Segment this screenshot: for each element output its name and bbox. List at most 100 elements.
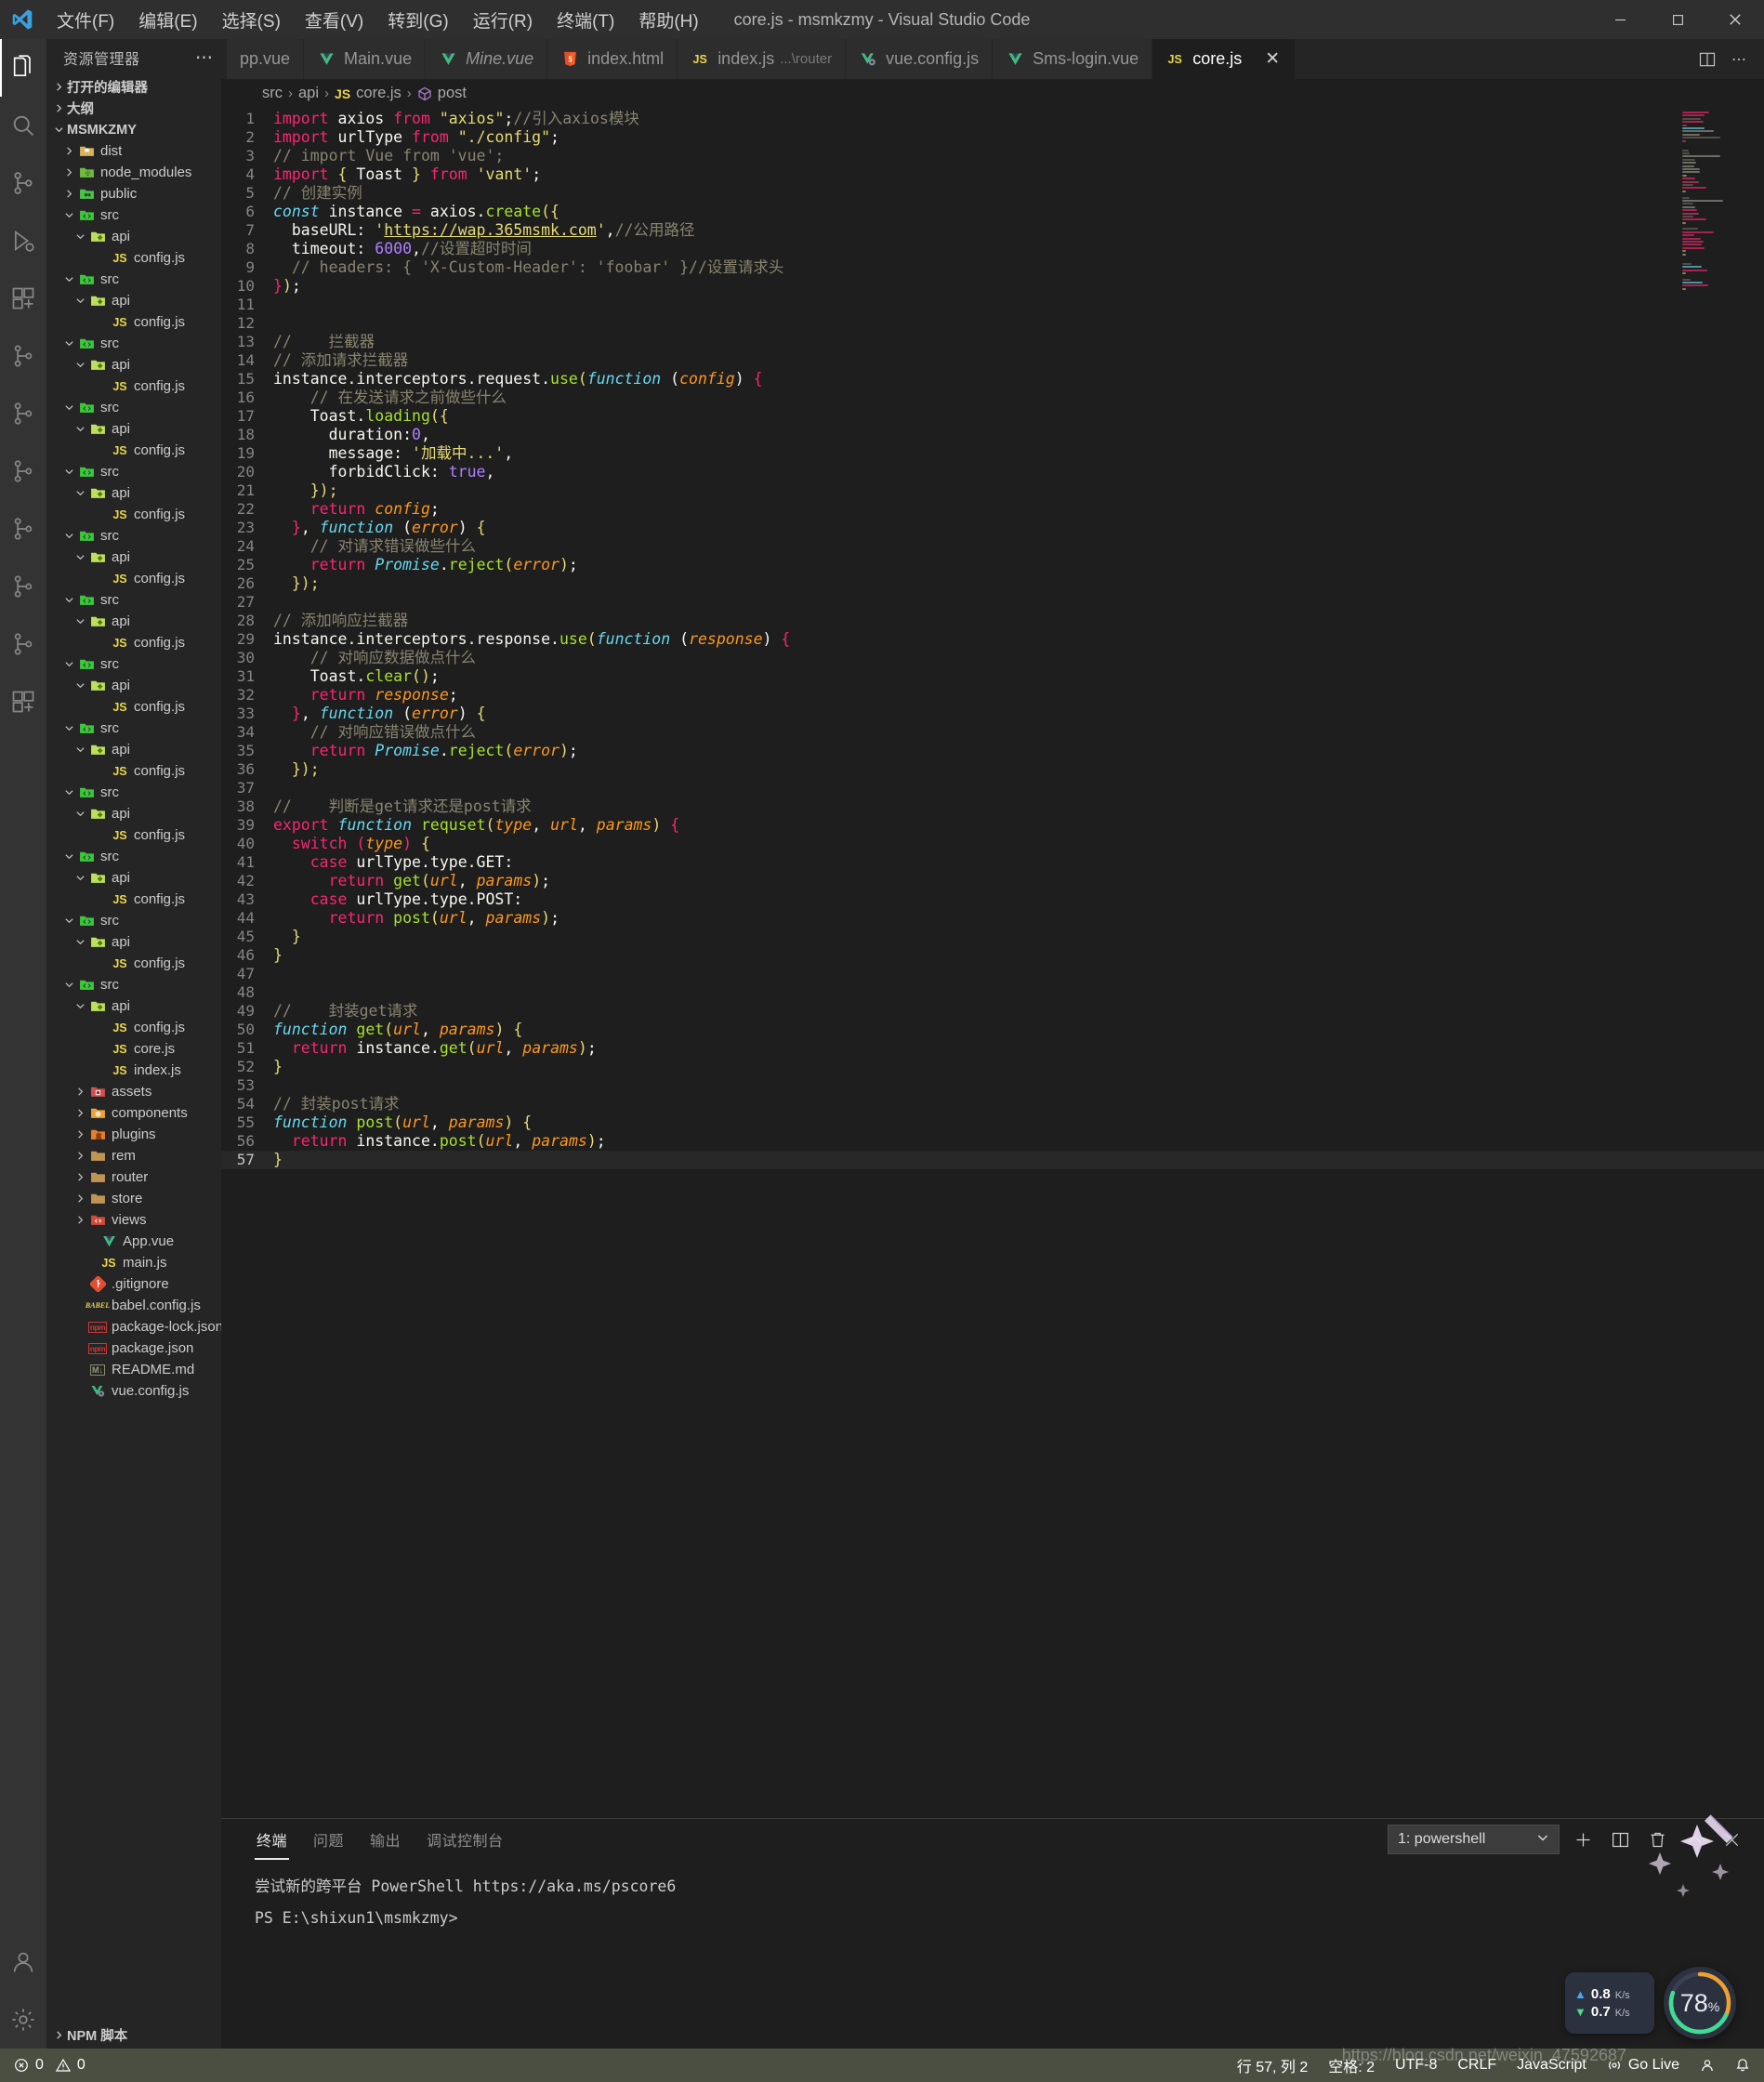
status-line-col[interactable]: 行 57, 列 2 (1227, 2049, 1318, 2082)
close-panel-icon[interactable] (1718, 1825, 1745, 1853)
chevron-down-icon[interactable] (61, 916, 77, 926)
code-line[interactable]: 18 duration:0, (221, 426, 1764, 444)
tree-item-node-modules[interactable]: JS node_modules (46, 162, 221, 183)
tree-item-babel-config-js[interactable]: BABEL babel.config.js (46, 1295, 221, 1316)
chevron-down-icon[interactable] (72, 360, 88, 370)
activity-search-icon[interactable] (0, 97, 46, 154)
tree-item-api[interactable]: api (46, 931, 221, 953)
menu-edit[interactable]: 编辑(E) (126, 4, 209, 36)
chevron-down-icon[interactable] (72, 937, 88, 947)
code-line[interactable]: 7 baseURL: 'https://wap.365msmk.com',//公… (221, 221, 1764, 240)
activity-extensions-icon[interactable] (0, 270, 46, 327)
code-line[interactable]: 52} (221, 1058, 1764, 1076)
code-lines[interactable]: 1 import axios from "axios";//引入axios模块 2 i… (221, 108, 1764, 1818)
section-outline[interactable]: 大纲 (46, 98, 221, 119)
tree-item-config-js[interactable]: JS config.js (46, 568, 221, 589)
maximize-button[interactable] (1649, 0, 1706, 39)
editor-more-icon[interactable]: ⋯ (1725, 46, 1753, 73)
activity-extra-2-icon[interactable] (0, 385, 46, 442)
menu-file[interactable]: 文件(F) (45, 4, 126, 36)
chevron-down-icon[interactable] (72, 231, 88, 242)
tree-item-dist[interactable]: dist (46, 140, 221, 162)
code-line[interactable]: 26 }); (221, 574, 1764, 593)
tab-index-js[interactable]: JS index.js ...\router (678, 39, 847, 79)
activity-extra-1-icon[interactable] (0, 327, 46, 385)
new-terminal-icon[interactable] (1569, 1825, 1597, 1853)
activity-extra-6-icon[interactable] (0, 615, 46, 673)
tree-item-plugins[interactable]: plugins (46, 1124, 221, 1145)
tree-item-src[interactable]: src (46, 589, 221, 611)
tree-item-src[interactable]: src (46, 204, 221, 226)
code-line[interactable]: 4 import { Toast } from 'vant'; (221, 165, 1764, 184)
chevron-down-icon[interactable] (72, 745, 88, 755)
chevron-down-icon[interactable] (72, 809, 88, 819)
chevron-right-icon[interactable] (72, 1215, 88, 1225)
code-line[interactable]: 23 }, function (error) { (221, 519, 1764, 537)
panel-tab-debug-console[interactable]: 调试控制台 (425, 1823, 506, 1856)
code-line[interactable]: 57} (221, 1151, 1764, 1169)
tree-item-config-js[interactable]: JS config.js (46, 824, 221, 846)
code-line[interactable]: 11 (221, 296, 1764, 314)
status-problems[interactable]: 0 0 (4, 2049, 96, 2082)
tree-item-config-js[interactable]: JS config.js (46, 504, 221, 525)
tree-item-readme-md[interactable]: M↓ README.md (46, 1359, 221, 1380)
code-line[interactable]: 41 case urlType.type.GET: (221, 853, 1764, 872)
code-editor[interactable]: 1 import axios from "axios";//引入axios模块 2 i… (221, 108, 1764, 1818)
code-line[interactable]: 3 // import Vue from 'vue'; (221, 147, 1764, 165)
tree-item-config-js[interactable]: JS config.js (46, 311, 221, 333)
tree-item-api[interactable]: api (46, 739, 221, 760)
tree-item-config-js[interactable]: JS config.js (46, 889, 221, 910)
tab-index-html[interactable]: 5 index.html (547, 39, 678, 79)
panel-tab-output[interactable]: 输出 (368, 1823, 402, 1856)
tree-item-api[interactable]: api (46, 354, 221, 376)
tree-item-api[interactable]: api (46, 867, 221, 889)
code-line[interactable]: 15 instance.interceptors.request.use(func… (221, 370, 1764, 389)
tab-main-vue[interactable]: Main.vue (304, 39, 427, 79)
tree-item-src[interactable]: src (46, 974, 221, 995)
chevron-down-icon[interactable] (61, 851, 77, 862)
tree-item-config-js[interactable]: JS config.js (46, 440, 221, 461)
section-open-editors[interactable]: 打开的编辑器 (46, 76, 221, 98)
tree-item-api[interactable]: api (46, 226, 221, 247)
code-line[interactable]: 29 instance.interceptors.response.use(fun… (221, 630, 1764, 649)
code-line[interactable]: 9 // headers: { 'X-Custom-Header': 'foob… (221, 258, 1764, 277)
maximize-panel-icon[interactable] (1680, 1825, 1708, 1853)
code-line[interactable]: 6 const instance = axios.create({ (221, 203, 1764, 221)
chevron-down-icon[interactable] (72, 488, 88, 498)
chevron-down-icon[interactable] (61, 980, 77, 990)
tree-item-api[interactable]: api (46, 675, 221, 696)
activity-explorer-icon[interactable] (0, 39, 46, 97)
tree-item-config-js[interactable]: JS config.js (46, 953, 221, 974)
code-line[interactable]: 44 return post(url, params); (221, 909, 1764, 928)
tree-item-api[interactable]: api (46, 290, 221, 311)
tree-item-src[interactable]: src (46, 718, 221, 739)
tree-item-index-js[interactable]: JS index.js (46, 1060, 221, 1081)
terminal-output[interactable]: 尝试新的跨平台 PowerShell https://aka.ms/pscore… (221, 1860, 1764, 2049)
chevron-down-icon[interactable] (72, 680, 88, 691)
activity-source-control-icon[interactable] (0, 154, 46, 212)
chevron-right-icon[interactable] (72, 1172, 88, 1182)
activity-extra-3-icon[interactable] (0, 442, 46, 500)
code-line[interactable]: 48 (221, 983, 1764, 1002)
tab-close-icon[interactable]: ✕ (1263, 48, 1282, 70)
code-line[interactable]: 5 // 创建实例 (221, 184, 1764, 203)
chevron-down-icon[interactable] (72, 1001, 88, 1011)
minimize-button[interactable] (1591, 0, 1649, 39)
panel-tab-terminal[interactable]: 终端 (255, 1823, 290, 1860)
chevron-down-icon[interactable] (61, 595, 77, 605)
tree-item--gitignore[interactable]: .gitignore (46, 1273, 221, 1295)
tree-item-api[interactable]: api (46, 482, 221, 504)
code-line[interactable]: 36 }); (221, 760, 1764, 779)
tree-item-package-json[interactable]: npm package.json (46, 1337, 221, 1359)
code-line[interactable]: 49 // 封装get请求 (221, 1002, 1764, 1021)
section-project-root[interactable]: MSMKZMY (46, 119, 221, 140)
code-line[interactable]: 33 }, function (error) { (221, 705, 1764, 723)
tree-item-config-js[interactable]: JS config.js (46, 632, 221, 653)
tree-item-views[interactable]: views (46, 1209, 221, 1231)
tree-item-core-js[interactable]: JS core.js (46, 1038, 221, 1060)
code-line[interactable]: 54 // 封装post请求 (221, 1095, 1764, 1113)
tree-item-src[interactable]: src (46, 846, 221, 867)
terminal-select[interactable]: 1: powershell (1388, 1825, 1560, 1854)
code-line[interactable]: 24 // 对请求错误做些什么 (221, 537, 1764, 556)
code-line[interactable]: 45 } (221, 928, 1764, 946)
